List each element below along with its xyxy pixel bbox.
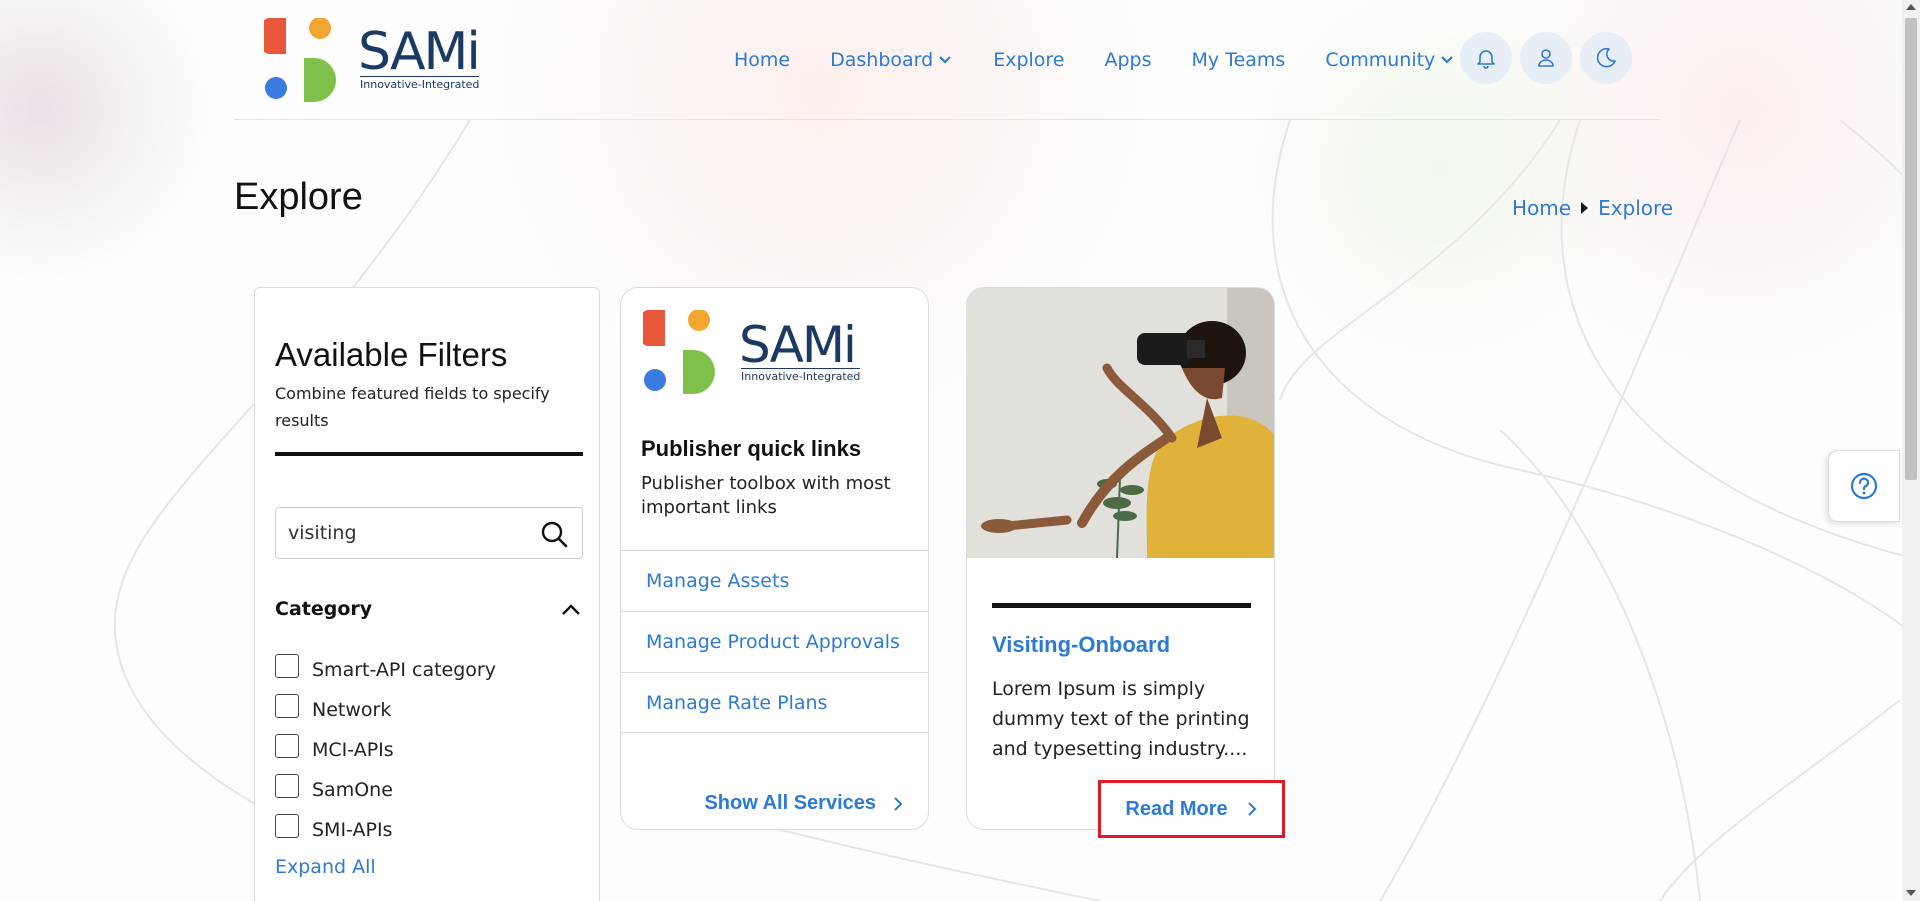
filters-subtitle: Combine featured fields to specify resul… [275,384,550,430]
chevron-up-icon[interactable] [559,598,583,622]
publisher-card-subtitle: Publisher toolbox with most important li… [641,473,891,518]
profile-button[interactable] [1520,32,1572,84]
chevron-down-icon [939,56,951,64]
main-nav: Home Dashboard Explore Apps My Teams Com… [734,30,1495,90]
app-card-description: Lorem Ipsum is simply dummy text of the … [992,678,1250,760]
publisher-card-title: Publisher quick links [641,436,862,461]
filters-divider [275,452,583,456]
filter-search-box [275,507,583,559]
sami-logo-mark [643,310,715,394]
moon-icon [1596,47,1616,68]
breadcrumb-explore[interactable]: Explore [1598,196,1673,220]
search-icon[interactable] [540,520,568,548]
chevron-down-icon [1441,56,1454,64]
filters-panel: Available Filters Combine featured field… [254,287,600,901]
category-label: Category [275,598,373,620]
show-all-services-button[interactable]: Show All Services [704,792,904,815]
theme-toggle-button[interactable] [1580,32,1632,84]
page-title: Explore [234,176,363,218]
breadcrumb-home[interactable]: Home [1512,196,1571,220]
checkbox[interactable] [275,814,299,838]
checkbox[interactable] [275,734,299,758]
nav-home[interactable]: Home [734,49,790,71]
publisher-quick-links-card: SAMi Innovative-Integrated Publisher qui… [620,287,929,830]
filter-search-input[interactable] [288,522,528,544]
sami-logo[interactable]: SAMi Innovative-Integrated [264,18,494,104]
notifications-button[interactable] [1460,32,1512,84]
expand-all-link[interactable]: Expand All [275,856,376,878]
checkbox[interactable] [275,774,299,798]
category-item[interactable]: Network [275,690,496,730]
breadcrumb: Home Explore [1512,196,1673,220]
bell-icon [1477,50,1495,69]
scroll-down-arrow-icon[interactable] [1906,890,1916,896]
chevron-right-icon [894,796,903,811]
help-button[interactable] [1828,450,1900,522]
category-item[interactable]: SamOne [275,770,496,810]
logo-wordmark: SAMi [358,22,481,82]
checkbox[interactable] [275,694,299,718]
manage-product-approvals-link[interactable]: Manage Product Approvals [621,611,928,672]
scroll-up-arrow-icon[interactable] [1906,4,1916,10]
sami-logo: SAMi Innovative-Integrated [643,310,873,394]
site-header: SAMi Innovative-Integrated Home Dashboar… [234,0,1660,120]
app-card-divider [992,603,1251,608]
checkbox[interactable] [275,654,299,678]
manage-assets-link[interactable]: Manage Assets [621,550,928,611]
logo-tagline: Innovative-Integrated [360,76,480,91]
header-actions [1460,32,1640,84]
category-item[interactable]: MCI-APIs [275,730,496,770]
filters-title: Available Filters [275,336,508,373]
help-icon [1850,472,1878,500]
category-item[interactable]: Smart-API category [275,650,496,690]
logo-wordmark: SAMi [739,316,857,374]
manage-rate-plans-link[interactable]: Manage Rate Plans [621,672,928,733]
nav-my-teams[interactable]: My Teams [1192,49,1286,71]
nav-dashboard[interactable]: Dashboard [830,49,953,71]
nav-community[interactable]: Community [1325,49,1455,71]
chevron-right-icon [1247,802,1257,816]
user-icon [1538,49,1554,67]
category-list: Smart-API category Network MCI-APIs SamO… [275,650,496,850]
sami-logo-mark [264,18,336,102]
nav-explore[interactable]: Explore [993,49,1064,71]
caret-right-icon [1581,202,1589,214]
category-header[interactable]: Category [275,598,583,620]
publisher-links-list: Manage Assets Manage Product Approvals M… [621,550,928,733]
app-card-title[interactable]: Visiting-Onboard [992,632,1170,658]
app-card: Visiting-Onboard Lorem Ipsum is simply d… [966,287,1275,830]
page-scrollbar[interactable] [1902,0,1920,901]
app-card-image [967,288,1274,558]
scrollbar-thumb[interactable] [1905,18,1917,480]
category-item[interactable]: SMI-APIs [275,810,496,850]
nav-apps[interactable]: Apps [1105,49,1152,71]
read-more-button[interactable]: Read More [1098,780,1285,838]
logo-tagline: Innovative-Integrated [741,368,861,383]
